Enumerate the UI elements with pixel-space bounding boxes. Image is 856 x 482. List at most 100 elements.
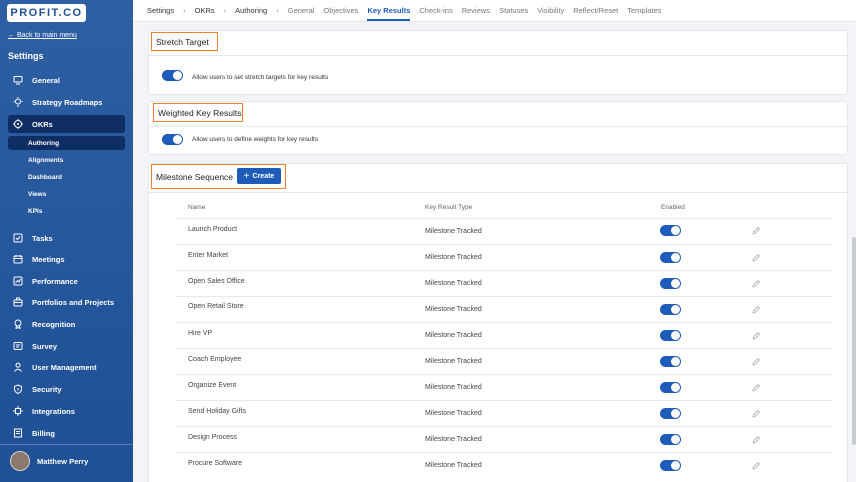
stretch-target-toggle[interactable] — [162, 70, 183, 81]
checkbox-icon — [13, 233, 23, 243]
table-row: Procure Software Milestone Tracked — [176, 453, 831, 479]
plug-icon — [13, 406, 23, 416]
row-enabled-toggle[interactable] — [660, 434, 681, 445]
tab-check-ins[interactable]: Check-ins — [419, 6, 452, 15]
tab-general[interactable]: General — [288, 6, 315, 15]
sidebar-item-billing[interactable]: Billing — [8, 424, 125, 442]
sidebar-item-portfolios-and-projects[interactable]: Portfolios and Projects — [8, 293, 125, 311]
edit-pencil-icon[interactable] — [751, 435, 761, 445]
row-enabled-toggle[interactable] — [660, 408, 681, 419]
sidebar-item-label: User Management — [32, 362, 97, 372]
create-button[interactable]: + Create — [237, 168, 281, 184]
row-name: Hire VP — [188, 330, 213, 337]
sidebar-subitem-kpis[interactable]: KPIs — [8, 204, 125, 218]
sidebar-item-label: Strategy Roadmaps — [32, 97, 103, 107]
edit-pencil-icon[interactable] — [751, 226, 761, 236]
breadcrumb-authoring[interactable]: Authoring — [235, 6, 267, 15]
edit-pencil-icon[interactable] — [751, 305, 761, 315]
tab-templates[interactable]: Templates — [627, 6, 661, 15]
stretch-target-title: Stretch Target — [151, 32, 218, 51]
sidebar-item-strategy-roadmaps[interactable]: Strategy Roadmaps — [8, 93, 125, 111]
edit-pencil-icon[interactable] — [751, 357, 761, 367]
sidebar-item-recognition[interactable]: Recognition — [8, 315, 125, 333]
tab-objectives[interactable]: Objectives — [323, 6, 358, 15]
row-name: Organize Event — [188, 382, 237, 389]
back-to-main-menu-link[interactable]: ← Back to main menu — [8, 32, 77, 39]
card-divider — [149, 192, 847, 193]
survey-icon — [13, 341, 23, 351]
sidebar-item-meetings[interactable]: Meetings — [8, 250, 125, 268]
edit-pencil-icon[interactable] — [751, 383, 761, 393]
breadcrumb-separator: › — [223, 6, 227, 15]
shield-icon — [13, 384, 23, 394]
row-enabled-toggle[interactable] — [660, 382, 681, 393]
row-name: Open Retail Store — [188, 303, 244, 310]
edit-pencil-icon[interactable] — [751, 331, 761, 341]
table-row: Design Process Milestone Tracked — [176, 427, 831, 453]
breadcrumb-settings[interactable]: Settings — [147, 6, 174, 15]
weighted-key-results-title: Weighted Key Results — [153, 103, 243, 122]
sidebar-item-okrs[interactable]: OKRs — [8, 115, 125, 133]
row-name: Coach Employee — [188, 356, 242, 363]
row-enabled-toggle[interactable] — [660, 278, 681, 289]
sidebar-subitem-dashboard[interactable]: Dashboard — [8, 170, 125, 184]
sidebar-item-label: Survey — [32, 341, 58, 351]
page-scrollbar[interactable] — [852, 237, 856, 445]
table-row: Open Retail Store Milestone Tracked — [176, 297, 831, 323]
column-header-enabled: Enabled — [661, 204, 685, 211]
row-enabled-toggle[interactable] — [660, 304, 681, 315]
tab-reviews[interactable]: Reviews — [462, 6, 490, 15]
avatar — [10, 451, 30, 471]
sidebar-item-security[interactable]: Security — [8, 380, 125, 398]
award-icon — [13, 319, 23, 329]
monitor-icon — [13, 75, 23, 85]
row-type: Milestone Tracked — [425, 280, 482, 287]
edit-pencil-icon[interactable] — [751, 409, 761, 419]
stretch-target-toggle-label: Allow users to set stretch targets for k… — [192, 74, 329, 81]
sidebar-item-integrations[interactable]: Integrations — [8, 402, 125, 420]
sidebar-item-label: Portfolios and Projects — [32, 297, 115, 307]
edit-pencil-icon[interactable] — [751, 253, 761, 263]
row-enabled-toggle[interactable] — [660, 356, 681, 367]
stretch-target-card — [148, 30, 848, 95]
sidebar-item-user-management[interactable]: User Management — [8, 358, 125, 376]
sidebar-item-general[interactable]: General — [8, 71, 125, 89]
table-row: Enter Market Milestone Tracked — [176, 245, 831, 271]
sidebar-subitem-views[interactable]: Views — [8, 187, 125, 201]
sidebar-item-label: General — [32, 75, 60, 85]
sidebar-item-survey[interactable]: Survey — [8, 337, 125, 355]
tab-reflect-reset[interactable]: Reflect/Reset — [573, 6, 618, 15]
card-divider — [149, 126, 847, 127]
row-enabled-toggle[interactable] — [660, 460, 681, 471]
breadcrumb-okrs[interactable]: OKRs — [195, 6, 215, 15]
sidebar-subitem-authoring[interactable]: Authoring — [8, 136, 125, 150]
sidebar-item-tasks[interactable]: Tasks — [8, 229, 125, 247]
sidebar-divider — [0, 444, 133, 445]
create-button-label: Create — [252, 172, 275, 180]
profitco-logo[interactable]: PROFIT.CO — [7, 4, 86, 22]
table-row: Organize Event Milestone Tracked — [176, 375, 831, 401]
sidebar-item-performance[interactable]: Performance — [8, 272, 125, 290]
weighted-key-results-toggle[interactable] — [162, 134, 183, 145]
row-enabled-toggle[interactable] — [660, 225, 681, 236]
sidebar-item-label: Security — [32, 384, 62, 394]
row-name: Procure Software — [188, 460, 243, 467]
row-enabled-toggle[interactable] — [660, 330, 681, 341]
edit-pencil-icon[interactable] — [751, 461, 761, 471]
table-row: Coach Employee Milestone Tracked — [176, 349, 831, 375]
weighted-key-results-toggle-label: Allow users to define weights for key re… — [192, 136, 319, 143]
tab-key-results[interactable]: Key Results — [367, 6, 411, 21]
row-type: Milestone Tracked — [425, 436, 482, 443]
user-profile[interactable]: Matthew Perry — [10, 451, 88, 471]
row-type: Milestone Tracked — [425, 332, 482, 339]
row-type: Milestone Tracked — [425, 462, 482, 469]
edit-pencil-icon[interactable] — [751, 279, 761, 289]
breadcrumb-separator: › — [276, 6, 279, 15]
sidebar-subitem-alignments[interactable]: Alignments — [8, 153, 125, 167]
tab-statuses[interactable]: Statuses — [499, 6, 528, 15]
row-type: Milestone Tracked — [425, 410, 482, 417]
plus-icon: + — [243, 170, 250, 182]
tab-visibility[interactable]: Visibility — [537, 6, 564, 15]
table-row: Launch Product Milestone Tracked — [176, 219, 831, 245]
row-enabled-toggle[interactable] — [660, 252, 681, 263]
